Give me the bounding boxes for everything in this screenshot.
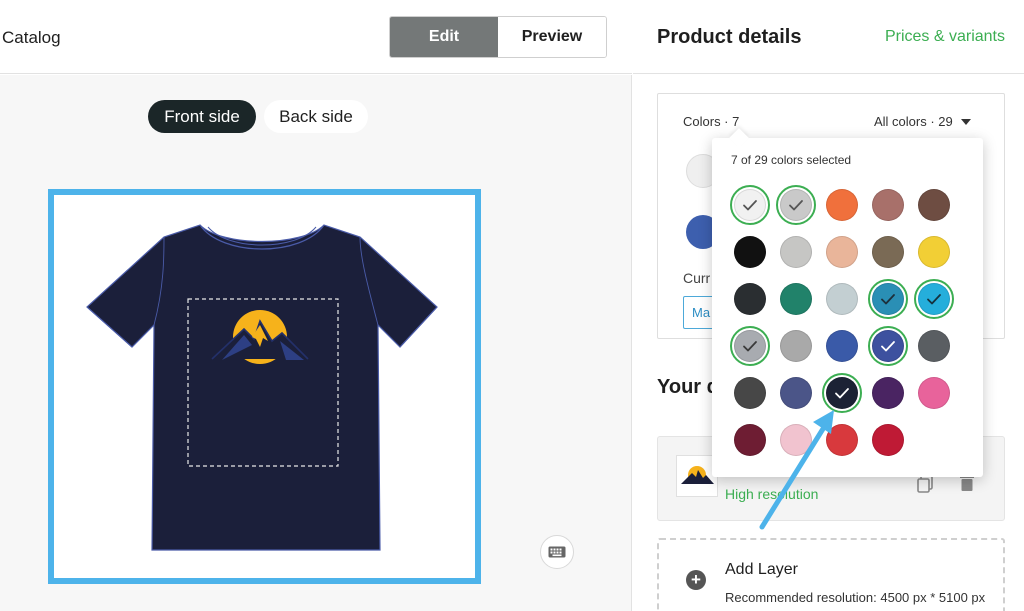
color-swatch[interactable] (868, 373, 908, 413)
color-swatch[interactable] (730, 185, 770, 225)
color-swatch[interactable] (822, 420, 862, 460)
prices-variants-link[interactable]: Prices & variants (885, 28, 1005, 46)
selection-ring (868, 279, 908, 319)
color-swatch[interactable] (868, 185, 908, 225)
all-colors-dropdown[interactable]: All colors · 29 (874, 114, 971, 129)
color-swatch[interactable] (776, 326, 816, 366)
color-swatch[interactable] (776, 373, 816, 413)
color-swatch[interactable] (822, 326, 862, 366)
color-swatch[interactable] (822, 232, 862, 272)
swatch-color (826, 189, 858, 221)
color-swatch[interactable] (868, 420, 908, 460)
edit-mode-button[interactable]: Edit (390, 17, 498, 57)
selection-ring (730, 326, 770, 366)
colors-count-label: Colors · 7 (683, 114, 740, 129)
color-swatch[interactable] (730, 232, 770, 272)
editor-toolbar: Catalog Edit Preview (0, 0, 632, 74)
swatch-color (734, 283, 766, 315)
preview-mode-button[interactable]: Preview (498, 17, 606, 57)
design-frame[interactable] (48, 189, 481, 584)
swatch-color (918, 330, 950, 362)
color-picker-popover: 7 of 29 colors selected (712, 128, 983, 477)
color-swatch[interactable] (822, 279, 862, 319)
mode-toggle: Edit Preview (389, 16, 607, 58)
selection-ring (868, 326, 908, 366)
swatch-color (734, 377, 766, 409)
colors-selected-count: 7 of 29 colors selected (731, 153, 852, 167)
recommended-resolution: Recommended resolution: 4500 px * 5100 p… (725, 590, 986, 605)
swatch-color (918, 189, 950, 221)
color-swatch[interactable] (730, 279, 770, 319)
color-swatch[interactable] (776, 232, 816, 272)
swatch-color (780, 424, 812, 456)
breadcrumb-catalog[interactable]: Catalog (2, 28, 61, 48)
color-swatch[interactable] (730, 420, 770, 460)
swatch-color (780, 283, 812, 315)
selection-ring (822, 373, 862, 413)
resolution-status: High resolution (725, 486, 819, 502)
swatch-color (780, 330, 812, 362)
keyboard-icon (548, 546, 566, 558)
design-canvas-area: Front side Back side (0, 75, 632, 611)
selection-ring (730, 185, 770, 225)
all-colors-label: All colors · 29 (874, 114, 953, 129)
swatch-color (780, 377, 812, 409)
swatch-color (826, 283, 858, 315)
swatch-color (826, 330, 858, 362)
color-swatch[interactable] (776, 279, 816, 319)
swatch-color (826, 424, 858, 456)
currency-label: Curr (683, 270, 711, 286)
swatch-color (918, 236, 950, 268)
color-swatch[interactable] (822, 185, 862, 225)
swatch-color (872, 424, 904, 456)
swatch-color (780, 236, 812, 268)
trash-icon[interactable] (960, 475, 974, 491)
caret-down-icon (960, 118, 971, 125)
add-layer-title: Add Layer (725, 561, 798, 578)
color-swatch[interactable] (868, 279, 908, 319)
color-swatch[interactable] (914, 373, 954, 413)
swatch-color (872, 189, 904, 221)
color-swatch[interactable] (868, 232, 908, 272)
color-swatch[interactable] (914, 185, 954, 225)
color-swatch[interactable] (730, 326, 770, 366)
color-swatch[interactable] (822, 373, 862, 413)
tshirt-body (86, 224, 438, 551)
add-layer-button[interactable]: + Add Layer Recommended resolution: 4500… (657, 538, 1005, 611)
color-swatch[interactable] (730, 373, 770, 413)
color-swatch[interactable] (914, 232, 954, 272)
color-swatch[interactable] (914, 279, 954, 319)
swatch-color (918, 377, 950, 409)
swatch-color (872, 377, 904, 409)
swatch-color (734, 236, 766, 268)
selection-ring (776, 185, 816, 225)
swatch-color (734, 424, 766, 456)
front-side-button[interactable]: Front side (148, 100, 256, 133)
back-side-button[interactable]: Back side (264, 100, 368, 133)
your-design-heading: Your d (657, 376, 717, 398)
color-swatch[interactable] (776, 185, 816, 225)
panel-header: Product details Prices & variants (633, 0, 1024, 74)
page-title: Product details (657, 26, 802, 48)
color-swatch[interactable] (776, 420, 816, 460)
plus-circle-icon: + (686, 570, 706, 590)
swatch-color (826, 236, 858, 268)
selection-ring (914, 279, 954, 319)
keyboard-shortcuts-button[interactable] (540, 535, 574, 569)
color-swatch[interactable] (914, 326, 954, 366)
swatch-color (872, 236, 904, 268)
tshirt-mockup (86, 224, 438, 551)
color-swatch[interactable] (868, 326, 908, 366)
